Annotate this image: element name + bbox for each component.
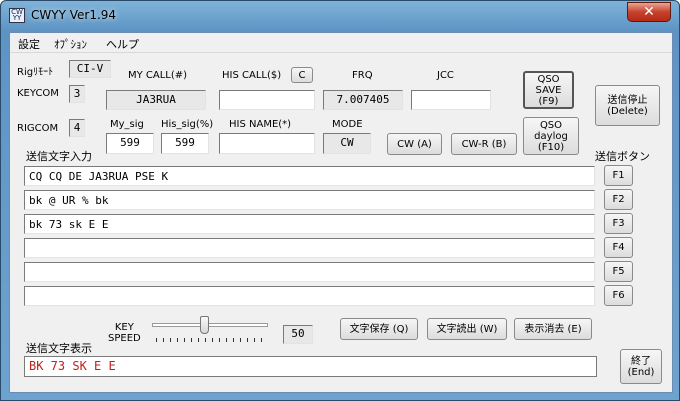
message-input-2[interactable]: bk @ UR % bk: [24, 190, 595, 210]
menu-bar: 設定 ｵﾌﾟｼｮﾝ ヘルプ: [10, 33, 672, 53]
message-input-6[interactable]: [24, 286, 595, 306]
message-input-1[interactable]: CQ CQ DE JA3RUA PSE K: [24, 166, 595, 186]
keycom-value: 3: [69, 85, 85, 103]
send-display-field: BK 73 SK E E: [24, 356, 597, 377]
rig-remote-label: Rigﾘﾓｰﾄ: [17, 67, 54, 78]
menu-help[interactable]: ヘルプ: [106, 36, 139, 52]
his-call-input[interactable]: [219, 90, 315, 110]
his-name-input[interactable]: [219, 133, 315, 154]
his-name-label: HIS NAME(*): [229, 119, 292, 130]
f2-button[interactable]: F2: [604, 189, 633, 210]
slider-ticks: [156, 338, 266, 342]
message-input-3[interactable]: bk 73 sk E E: [24, 214, 595, 234]
frq-field: 7.007405: [323, 90, 403, 110]
app-icon: CW YY: [9, 8, 25, 23]
exit-button[interactable]: 終了 (End): [620, 349, 662, 384]
keycom-label: KEYCOM: [17, 88, 59, 99]
his-call-label: HIS CALL($): [222, 70, 282, 81]
key-speed-value: 50: [283, 325, 313, 344]
rigcom-value: 4: [69, 119, 85, 137]
clear-call-button[interactable]: C: [291, 67, 313, 83]
my-sig-input[interactable]: 599: [106, 133, 154, 154]
mode-field: CW: [323, 133, 371, 154]
his-sig-input[interactable]: 599: [161, 133, 209, 154]
his-sig-label: His_sig(%): [161, 119, 214, 130]
mode-label: MODE: [332, 119, 363, 130]
save-text-button[interactable]: 文字保存 (Q): [340, 318, 418, 340]
slider-track: [152, 323, 268, 327]
close-button[interactable]: ✕: [627, 2, 671, 22]
rigcom-label: RIGCOM: [17, 123, 59, 134]
f3-button[interactable]: F3: [604, 213, 633, 234]
window-title: CWYY Ver1.94: [31, 8, 117, 22]
cw-reverse-button[interactable]: CW-R (B): [451, 133, 517, 155]
rig-remote-value: CI-V: [69, 60, 111, 78]
key-speed-label: KEY SPEED: [108, 322, 141, 344]
f5-button[interactable]: F5: [604, 261, 633, 282]
message-input-4[interactable]: [24, 238, 595, 258]
menu-settings[interactable]: 設定: [18, 36, 40, 52]
f1-button[interactable]: F1: [604, 165, 633, 186]
slider-thumb[interactable]: [200, 316, 210, 334]
send-display-label: 送信文字表示: [26, 342, 92, 355]
load-text-button[interactable]: 文字読出 (W): [427, 318, 507, 340]
send-input-label: 送信文字入力: [26, 150, 92, 163]
jcc-label: JCC: [437, 70, 454, 81]
clear-display-button[interactable]: 表示消去 (E): [514, 318, 592, 340]
key-speed-slider[interactable]: [148, 316, 273, 346]
frq-label: FRQ: [352, 70, 373, 81]
jcc-input[interactable]: [411, 90, 491, 110]
qso-save-button[interactable]: QSO SAVE (F9): [523, 71, 574, 109]
app-window: CW YY CWYY Ver1.94 ✕ 設定 ｵﾌﾟｼｮﾝ ヘルプ Rigﾘﾓ…: [0, 0, 680, 401]
qso-daylog-button[interactable]: QSO daylog (F10): [523, 117, 579, 155]
send-buttons-label: 送信ボタン: [595, 150, 650, 163]
f6-button[interactable]: F6: [604, 285, 633, 306]
f4-button[interactable]: F4: [604, 237, 633, 258]
stop-send-button[interactable]: 送信停止 (Delete): [595, 85, 660, 126]
message-input-5[interactable]: [24, 262, 595, 282]
client-area: 設定 ｵﾌﾟｼｮﾝ ヘルプ Rigﾘﾓｰﾄ CI-V KEYCOM 3 RIGC…: [9, 32, 673, 393]
my-sig-label: My_sig: [110, 119, 144, 130]
my-call-label: MY CALL(#): [128, 70, 188, 81]
menu-options[interactable]: ｵﾌﾟｼｮﾝ: [54, 36, 87, 52]
my-call-field: JA3RUA: [106, 90, 206, 110]
title-bar: CW YY CWYY Ver1.94 ✕: [1, 1, 679, 31]
cw-button[interactable]: CW (A): [387, 133, 442, 155]
